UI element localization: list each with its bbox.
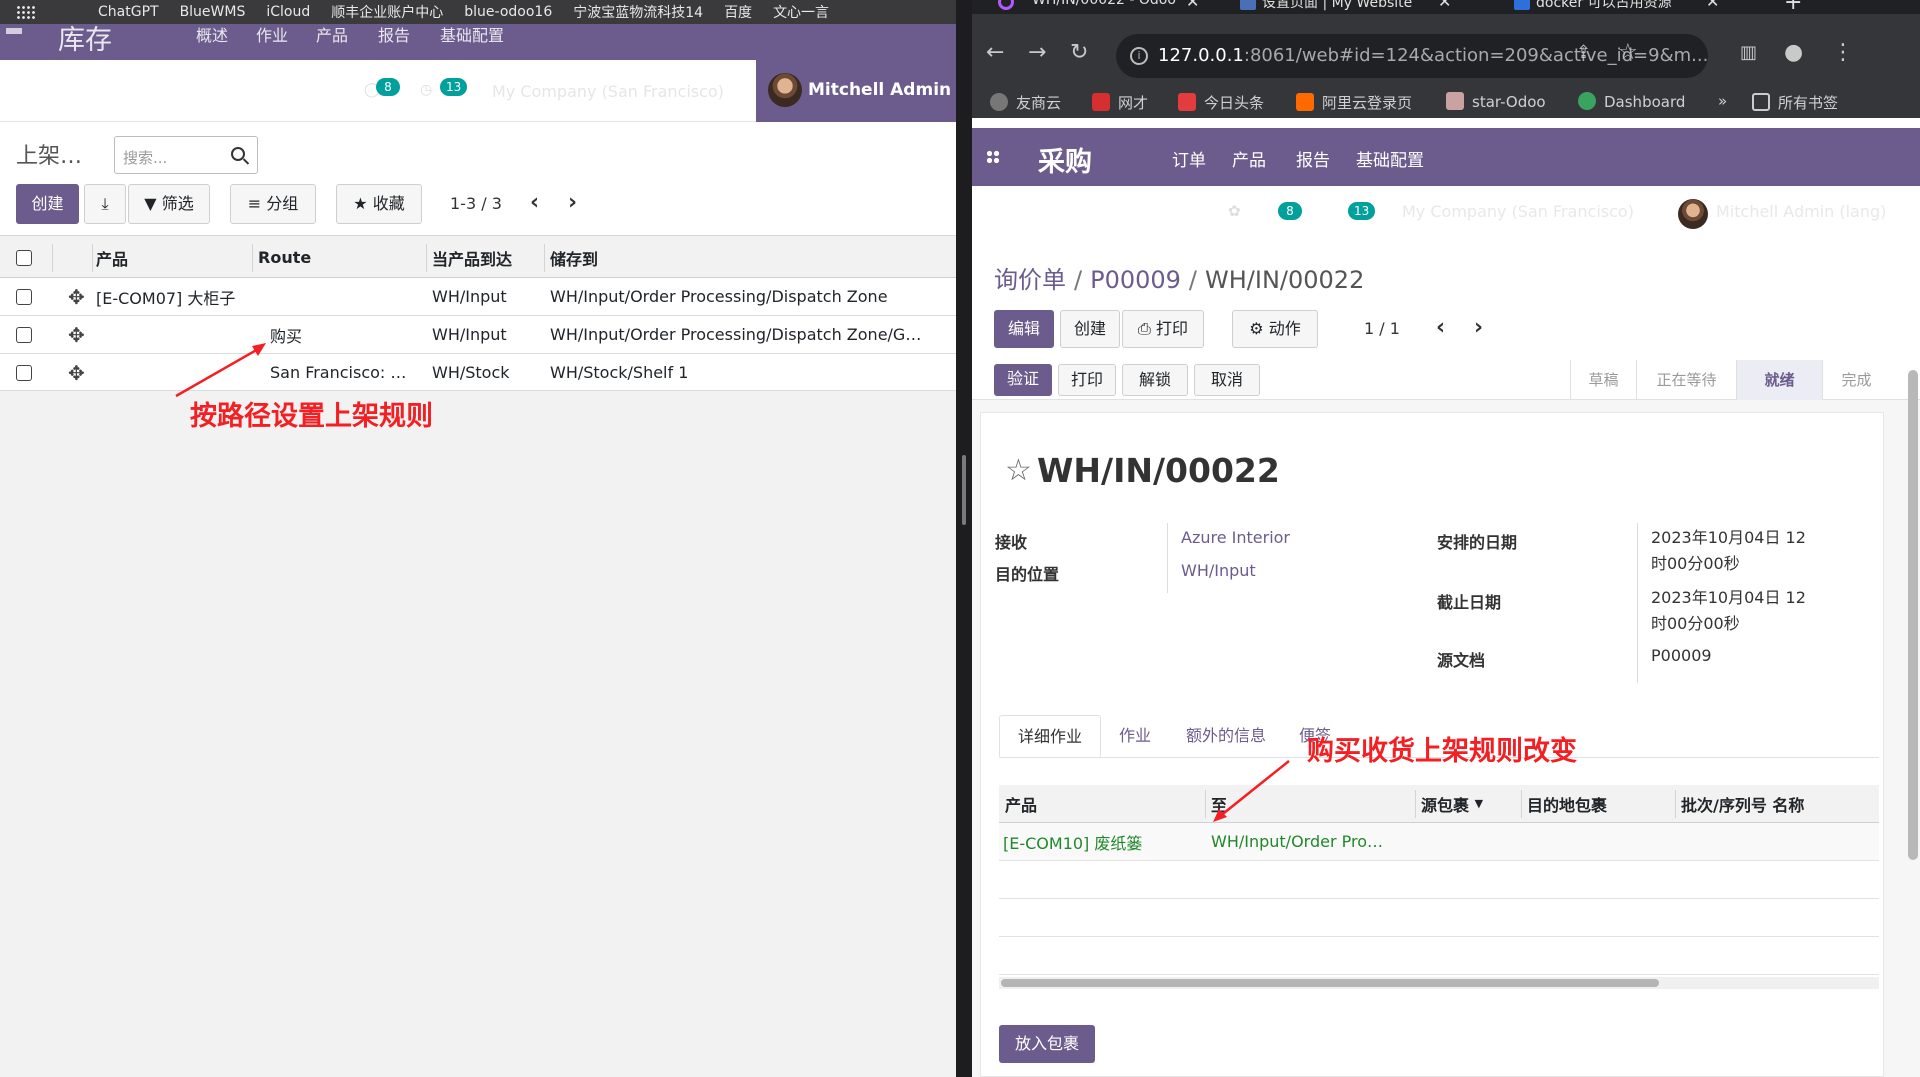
- bookmark-item[interactable]: Dashboard: [1578, 92, 1685, 111]
- window-divider[interactable]: [956, 0, 972, 1077]
- profile-icon[interactable]: ●: [1784, 40, 1803, 65]
- globe-icon: [990, 93, 1008, 111]
- share-icon[interactable]: ⇪: [1576, 42, 1591, 63]
- breadcrumb-po[interactable]: P00009: [1090, 266, 1181, 294]
- annotation-text-left: 按路径设置上架规则: [190, 401, 433, 432]
- printer-icon: ⎙: [1138, 319, 1151, 338]
- dashboard-icon: [1578, 92, 1596, 110]
- pager-next-icon[interactable]: ›: [1474, 317, 1483, 339]
- gear-icon: ⚙: [1249, 319, 1264, 338]
- apps-menu-icon[interactable]: [986, 150, 1000, 164]
- bookmark-item[interactable]: star-Odoo: [1446, 92, 1546, 111]
- cancel-button[interactable]: 取消: [1194, 364, 1260, 396]
- right-systray: ✿ 8 13 My Company (San Francisco) Mitche…: [972, 186, 1920, 240]
- stage-draft[interactable]: 草稿: [1570, 360, 1636, 400]
- star-odoo-icon: [1446, 92, 1464, 110]
- create-button[interactable]: 创建: [1060, 310, 1120, 348]
- statusbar: 验证 打印 解锁 取消 草稿 正在等待 就绪 完成: [972, 360, 1920, 400]
- close-tab-icon[interactable]: ✕: [1438, 0, 1451, 11]
- bookmark-item[interactable]: 今日头条: [1178, 92, 1264, 113]
- docker-favicon-icon: [1514, 0, 1530, 10]
- site-info-icon[interactable]: i: [1130, 47, 1148, 65]
- folder-icon: [1752, 93, 1770, 111]
- odoo-favicon-icon: [998, 0, 1014, 10]
- validate-button[interactable]: 验证: [994, 364, 1052, 396]
- avatar[interactable]: [1678, 199, 1708, 229]
- close-tab-icon[interactable]: ✕: [1186, 0, 1199, 11]
- print-label: 打印: [1155, 319, 1188, 338]
- breadcrumb-current: WH/IN/00022: [1205, 266, 1365, 294]
- action-dropdown[interactable]: ⚙ 动作: [1232, 310, 1318, 348]
- company-switcher[interactable]: My Company (San Francisco): [1402, 202, 1634, 221]
- back-icon[interactable]: ←: [986, 40, 1004, 65]
- breadcrumb-rfq[interactable]: 询价单: [994, 266, 1066, 294]
- app-title[interactable]: 采购: [1038, 140, 1092, 179]
- form-sheet: ☆ WH/IN/00022 接收 Azure Interior 目的位置 WH/…: [980, 412, 1884, 1077]
- action-label: 动作: [1268, 319, 1301, 338]
- bookmarks-overflow-icon[interactable]: »: [1718, 92, 1727, 110]
- vertical-scrollbar[interactable]: [1908, 370, 1918, 860]
- browser-tabbar: WH/IN/00022 - Odoo ✕ 设置页面 | My Website ✕…: [972, 0, 1920, 14]
- pager-value[interactable]: 1 / 1: [1364, 319, 1400, 338]
- browser-tab[interactable]: WH/IN/00022 - Odoo ✕: [998, 0, 1208, 14]
- tab-title: 设置页面 | My Website: [1262, 0, 1413, 11]
- more-menu-icon[interactable]: ⋮: [1832, 40, 1854, 65]
- wangcai-icon: [1092, 93, 1110, 111]
- user-name[interactable]: Mitchell Admin (lang): [1716, 202, 1886, 221]
- print-dropdown[interactable]: ⎙ 打印: [1122, 310, 1204, 348]
- menu-configuration[interactable]: 基础配置: [1356, 146, 1424, 171]
- website-favicon-icon: [1240, 0, 1256, 10]
- tab-title: WH/IN/00022 - Odoo: [1032, 0, 1176, 8]
- stage-waiting[interactable]: 正在等待: [1636, 360, 1736, 400]
- forward-icon[interactable]: →: [1028, 40, 1046, 65]
- aliyun-icon: [1296, 93, 1314, 111]
- all-bookmarks[interactable]: 所有书签: [1752, 92, 1838, 113]
- bookmarks-bar: 友商云 网才 今日头条 阿里云登录页 star-Odoo Dashboard »…: [972, 86, 1920, 118]
- toutiao-icon: [1178, 93, 1196, 111]
- browser-toolbar: ← → ↻ i 127.0.0.1:8061/web#id=124&action…: [972, 14, 1920, 94]
- annotation-text-right: 购买收货上架规则改变: [1307, 736, 1577, 767]
- menu-products[interactable]: 产品: [1232, 146, 1266, 171]
- print-button[interactable]: 打印: [1058, 364, 1116, 396]
- right-window: WH/IN/00022 - Odoo ✕ 设置页面 | My Website ✕…: [972, 0, 1920, 1077]
- tab-title: docker 可以占用资源: [1536, 0, 1672, 11]
- right-control-panel: 询价单 / P00009/WH/IN/00022 编辑 创建 ⎙ 打印 ⚙ 动作 1…: [972, 240, 1920, 352]
- annotation-arrow-left: [175, 343, 266, 398]
- breadcrumb: 询价单 / P00009/WH/IN/00022: [994, 266, 1365, 294]
- pager-prev-icon[interactable]: ‹: [1436, 317, 1445, 339]
- divider-grip[interactable]: [962, 455, 966, 525]
- browser-tab[interactable]: docker 可以占用资源 ✕: [1514, 0, 1724, 14]
- menu-reporting[interactable]: 报告: [1296, 146, 1330, 171]
- new-tab-icon[interactable]: +: [1784, 0, 1802, 14]
- bookmark-star-icon[interactable]: ☆: [1618, 40, 1638, 65]
- purchase-navbar: 采购 订单 产品 报告 基础配置: [972, 128, 1920, 186]
- unlock-button[interactable]: 解锁: [1122, 364, 1188, 396]
- left-window: ChatGPT BlueWMS iCloud 顺丰企业账户中心 blue-odo…: [0, 0, 956, 1077]
- bookmark-item[interactable]: 友商云: [990, 92, 1061, 113]
- stage-ready[interactable]: 就绪: [1736, 360, 1822, 400]
- debug-icon[interactable]: ✿: [1228, 202, 1241, 220]
- edit-button[interactable]: 编辑: [994, 310, 1054, 348]
- bookmark-item[interactable]: 阿里云登录页: [1296, 92, 1412, 113]
- messages-badge: 8: [1278, 202, 1302, 220]
- reload-icon[interactable]: ↻: [1070, 40, 1088, 65]
- stage-done[interactable]: 完成: [1822, 360, 1890, 400]
- sidebar-icon[interactable]: ▥: [1740, 42, 1757, 63]
- activity-badge: 13: [1348, 202, 1376, 220]
- close-tab-icon[interactable]: ✕: [1706, 0, 1719, 11]
- bookmark-item[interactable]: 网才: [1092, 92, 1148, 113]
- browser-tab[interactable]: 设置页面 | My Website ✕: [1240, 0, 1451, 14]
- menu-orders[interactable]: 订单: [1172, 146, 1206, 171]
